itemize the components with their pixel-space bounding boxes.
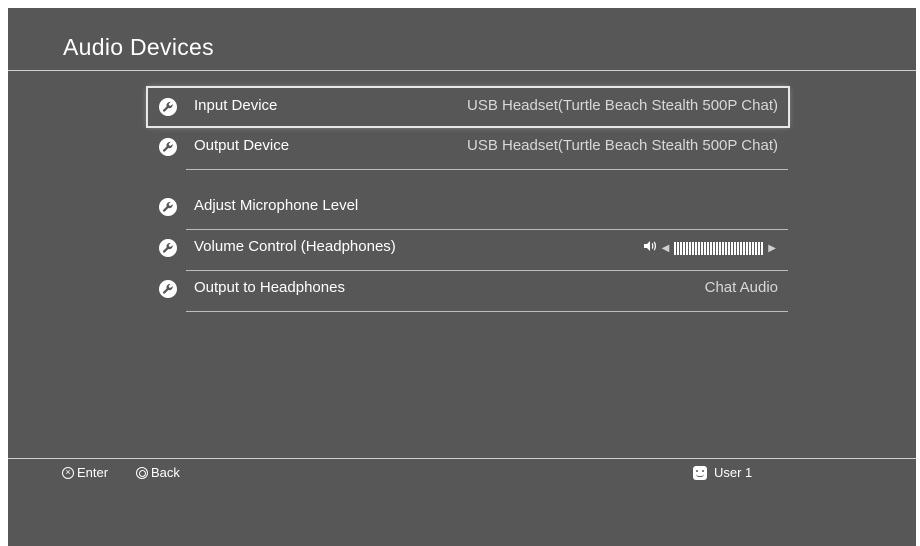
row-value: USB Headset(Turtle Beach Stealth 500P Ch… <box>466 137 778 154</box>
circle-button-icon <box>136 466 148 479</box>
volume-bar-segment <box>695 241 698 255</box>
volume-bar-segment <box>761 241 764 255</box>
wrench-icon <box>159 239 177 257</box>
volume-bar-segment <box>755 241 758 255</box>
volume-bar-segment <box>692 241 695 255</box>
volume-bar-segment <box>725 241 728 255</box>
row-adjust-microphone-level[interactable]: Adjust Microphone Level <box>148 188 788 230</box>
row-label: Volume Control (Headphones) <box>194 238 396 255</box>
volume-bar-segment <box>689 241 692 255</box>
row-label: Input Device <box>194 97 278 114</box>
volume-bar-segment <box>674 241 677 255</box>
volume-bar-segment <box>683 241 686 255</box>
wrench-icon <box>159 138 177 156</box>
volume-increase-arrow[interactable]: ▶ <box>768 243 776 254</box>
volume-bar-segment <box>716 241 719 255</box>
volume-bar-segment <box>743 241 746 255</box>
back-label: Back <box>151 465 180 480</box>
volume-bar-segment <box>752 241 755 255</box>
row-value: USB Headset(Turtle Beach Stealth 500P Ch… <box>466 97 778 114</box>
row-value: Chat Audio <box>704 279 778 296</box>
volume-bar-segment <box>680 241 683 255</box>
volume-bar-segment <box>701 241 704 255</box>
enter-label: Enter <box>77 465 109 480</box>
row-label: Adjust Microphone Level <box>194 197 359 214</box>
volume-bar-segment <box>734 241 737 255</box>
user-label: User 1 <box>714 465 753 480</box>
row-output-to-headphones[interactable]: Output to Headphones Chat Audio <box>148 270 788 312</box>
back-hint[interactable]: Back <box>136 465 180 480</box>
row-input-device[interactable]: Input Device USB Headset(Turtle Beach St… <box>146 86 790 128</box>
volume-decrease-arrow[interactable]: ◀ <box>662 243 670 254</box>
user-indicator: User 1 <box>693 465 752 480</box>
volume-bar-segment <box>698 241 701 255</box>
volume-bar-segment <box>677 241 680 255</box>
row-label: Output Device <box>194 137 290 154</box>
row-separator <box>186 311 788 312</box>
speaker-icon <box>643 239 657 257</box>
wrench-icon <box>159 280 177 298</box>
row-output-device[interactable]: Output Device USB Headset(Turtle Beach S… <box>148 128 788 170</box>
page-title: Audio Devices <box>63 34 214 60</box>
volume-bar-segment <box>722 241 725 255</box>
volume-bar-segment <box>686 241 689 255</box>
wrench-icon <box>159 98 177 116</box>
wrench-icon <box>159 198 177 216</box>
volume-bar-segment <box>704 241 707 255</box>
volume-bar-segment <box>746 241 749 255</box>
enter-hint[interactable]: × Enter <box>62 465 108 480</box>
volume-level-bars <box>674 241 764 255</box>
title-divider <box>8 70 916 71</box>
footer-bar: × Enter Back User 1 <box>8 464 916 486</box>
volume-slider[interactable]: ◀ ▶ <box>643 239 776 257</box>
volume-bar-segment <box>713 241 716 255</box>
volume-bar-segment <box>707 241 710 255</box>
cross-button-icon: × <box>62 466 74 479</box>
user-avatar-icon <box>693 465 707 480</box>
volume-bar-segment <box>749 241 752 255</box>
volume-bar-segment <box>728 241 731 255</box>
row-separator <box>186 169 788 170</box>
volume-bar-segment <box>710 241 713 255</box>
volume-bar-segment <box>758 241 761 255</box>
volume-bar-segment <box>740 241 743 255</box>
row-volume-control[interactable]: Volume Control (Headphones) ◀ ▶ <box>148 229 788 271</box>
volume-bar-segment <box>737 241 740 255</box>
volume-bar-segment <box>719 241 722 255</box>
footer-divider <box>8 458 916 459</box>
row-label: Output to Headphones <box>194 279 345 296</box>
volume-bar-segment <box>731 241 734 255</box>
audio-devices-screen: Audio Devices Input Device USB Headset(T… <box>8 8 916 546</box>
